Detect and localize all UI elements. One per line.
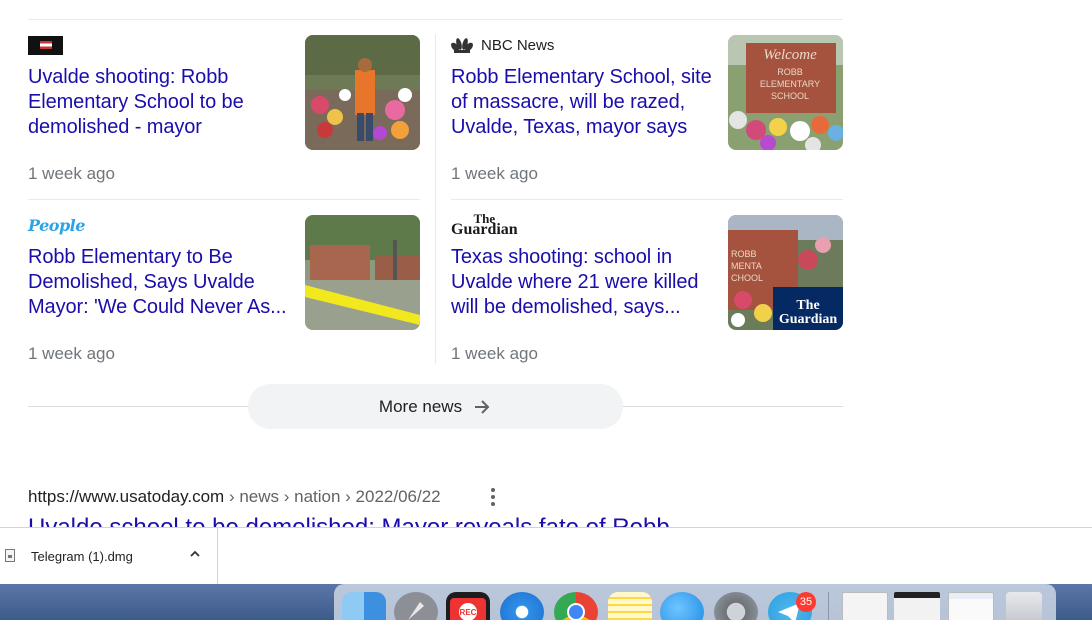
people-logo-icon: People [28, 215, 85, 235]
recent-window-thumbnail[interactable] [842, 592, 888, 620]
chrome-icon[interactable] [554, 592, 598, 620]
file-icon [5, 549, 15, 562]
trash-icon[interactable] [1006, 592, 1042, 620]
arrow-right-icon [475, 399, 490, 414]
system-preferences-icon[interactable] [714, 592, 758, 620]
result-url[interactable]: https://www.usatoday.com › news › nation… [28, 487, 441, 507]
recorder-label: REC [460, 608, 477, 617]
news-timestamp: 1 week ago [451, 344, 538, 363]
download-file-name: Telegram (1).dmg [31, 549, 133, 564]
news-source-name: NBC News [481, 36, 555, 54]
svg-text:ROBB: ROBB [731, 249, 757, 259]
svg-text:Welcome: Welcome [763, 47, 817, 63]
svg-text:ELEMENTARY: ELEMENTARY [760, 79, 820, 89]
news-thumbnail[interactable]: ROBB MENTA CHOOL The Guardian [728, 215, 843, 330]
news-source: NBC News [451, 35, 554, 55]
news-source: The Guardian [451, 211, 518, 238]
flag-logo-icon [28, 35, 63, 55]
news-thumbnail[interactable] [305, 35, 420, 150]
dock-separator [828, 592, 829, 620]
news-source [28, 35, 63, 55]
screen-recorder-icon[interactable]: REC [446, 592, 490, 620]
news-headline[interactable]: Robb Elementary to Be Demolished, Says U… [28, 245, 290, 320]
finder-icon[interactable] [342, 592, 386, 620]
more-vert-icon[interactable] [484, 486, 502, 508]
news-thumbnail[interactable] [305, 215, 420, 330]
telegram-badge: 35 [796, 592, 816, 612]
column-divider [435, 34, 436, 364]
download-bar: Telegram (1).dmg [0, 527, 1092, 585]
download-item[interactable]: Telegram (1).dmg [0, 528, 218, 585]
news-headline[interactable]: Texas shooting: school in Uvalde where 2… [451, 245, 713, 320]
card-divider [451, 199, 843, 200]
browser-viewport: Uvalde shooting: Robb Elementary School … [0, 0, 1092, 620]
svg-text:ROBB: ROBB [777, 67, 803, 77]
news-timestamp: 1 week ago [28, 164, 115, 183]
card-divider [28, 199, 420, 200]
news-headline[interactable]: Robb Elementary School, site of massacre… [451, 65, 713, 140]
notes-icon[interactable] [608, 592, 652, 620]
safari-icon[interactable] [500, 592, 544, 620]
dock: REC [334, 584, 1056, 620]
result-domain: https://www.usatoday.com [28, 487, 225, 506]
messenger-icon[interactable] [660, 592, 704, 620]
top-divider [28, 19, 843, 20]
chevron-up-icon[interactable] [188, 547, 202, 561]
launchpad-icon[interactable] [394, 592, 438, 620]
news-thumbnail[interactable]: Welcome ROBB ELEMENTARY SCHOOL [728, 35, 843, 150]
recent-window-thumbnail[interactable] [948, 592, 994, 620]
more-news-button[interactable]: More news [248, 384, 623, 429]
recent-window-thumbnail[interactable] [894, 592, 940, 620]
news-card[interactable]: People Robb Elementary to Be Demolished,… [28, 215, 420, 380]
news-card[interactable]: The Guardian Texas shooting: school in Uv… [451, 211, 843, 380]
news-timestamp: 1 week ago [451, 164, 538, 183]
news-card[interactable]: Uvalde shooting: Robb Elementary School … [28, 35, 420, 200]
svg-text:SCHOOL: SCHOOL [771, 91, 809, 101]
result-breadcrumb: › news › nation › 2022/06/22 [224, 487, 441, 506]
svg-text:MENTA: MENTA [731, 261, 762, 271]
more-news-label: More news [378, 396, 463, 416]
news-source: People [28, 215, 85, 235]
news-timestamp: 1 week ago [28, 344, 115, 363]
svg-text:CHOOL: CHOOL [731, 273, 763, 283]
guardian-logo-icon: The Guardian [451, 211, 518, 238]
nbc-peacock-icon [451, 38, 473, 53]
guardian-thumb-overlay: The Guardian [778, 298, 838, 327]
news-headline[interactable]: Uvalde shooting: Robb Elementary School … [28, 65, 290, 140]
news-card[interactable]: NBC News Robb Elementary School, site of… [451, 35, 843, 200]
